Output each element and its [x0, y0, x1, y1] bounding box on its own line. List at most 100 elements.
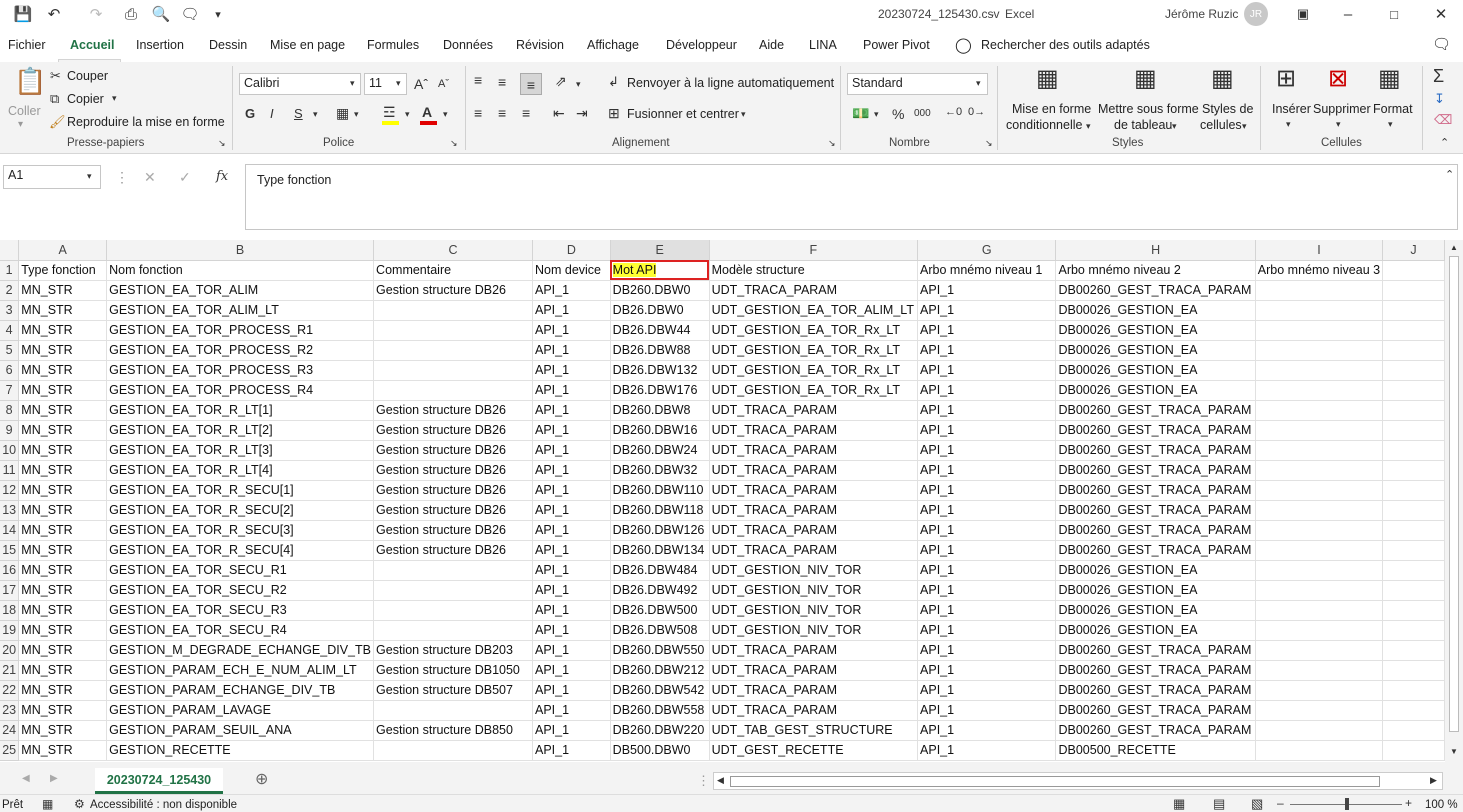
cell[interactable] — [373, 580, 533, 601]
cell[interactable] — [1255, 440, 1384, 461]
enter-icon[interactable]: ✓ — [179, 170, 191, 184]
cell[interactable]: DB260.DBW220 — [610, 720, 710, 741]
cell[interactable]: API_1 — [917, 560, 1057, 581]
cell[interactable]: DB00500_RECETTE — [1055, 740, 1256, 761]
cell[interactable]: DB260.DBW126 — [610, 520, 710, 541]
cell[interactable]: UDT_TRACA_PARAM — [709, 280, 919, 301]
cell[interactable]: Commentaire — [373, 260, 533, 281]
cell[interactable]: UDT_GESTION_NIV_TOR — [709, 580, 919, 601]
cell[interactable]: API_1 — [532, 700, 611, 721]
cell[interactable] — [1255, 720, 1384, 741]
cell[interactable] — [1255, 380, 1384, 401]
cell[interactable] — [373, 340, 533, 361]
vertical-scroll-thumb[interactable] — [1449, 256, 1459, 732]
row-header[interactable]: 22 — [0, 680, 20, 701]
row-header[interactable]: 16 — [0, 560, 20, 581]
cell[interactable] — [1382, 660, 1445, 681]
delete-dropdown-icon[interactable]: ▾ — [1336, 120, 1341, 129]
row-header[interactable]: 20 — [0, 640, 20, 661]
cell[interactable]: GESTION_EA_TOR_PROCESS_R1 — [106, 320, 375, 341]
cell[interactable]: Nom device — [532, 260, 611, 281]
row-header[interactable]: 25 — [0, 740, 20, 761]
minimize-icon[interactable]: – — [1338, 4, 1358, 24]
cell[interactable]: API_1 — [532, 320, 611, 341]
increase-font-icon[interactable]: Aˆ — [414, 77, 428, 91]
cell[interactable]: API_1 — [532, 280, 611, 301]
cell[interactable]: DB00260_GEST_TRACA_PARAM — [1055, 420, 1256, 441]
row-header[interactable]: 15 — [0, 540, 20, 561]
cancel-icon[interactable]: ✕ — [144, 170, 156, 184]
cell[interactable] — [1382, 700, 1445, 721]
alignment-launcher-icon[interactable]: ↘ — [828, 139, 836, 148]
cell[interactable]: GESTION_PARAM_LAVAGE — [106, 700, 375, 721]
align-right-icon[interactable]: ≡ — [522, 106, 530, 120]
cell[interactable]: UDT_GESTION_NIV_TOR — [709, 600, 919, 621]
vertical-scrollbar[interactable]: ▲ ▼ — [1445, 240, 1463, 762]
thousands-button[interactable]: 000 — [914, 109, 931, 119]
cell[interactable]: API_1 — [917, 660, 1057, 681]
cell[interactable] — [1255, 320, 1384, 341]
cell[interactable]: API_1 — [917, 720, 1057, 741]
undo-icon[interactable]: ↶ — [44, 4, 64, 24]
insert-dropdown-icon[interactable]: ▾ — [1286, 120, 1291, 129]
cell[interactable] — [1382, 400, 1445, 421]
cell[interactable] — [1382, 300, 1445, 321]
cell[interactable]: Gestion structure DB507 — [373, 680, 533, 701]
number-format-dropdown-icon[interactable]: ▾ — [976, 79, 981, 88]
cell[interactable] — [1382, 740, 1445, 761]
cell[interactable]: Gestion structure DB26 — [373, 280, 533, 301]
cell[interactable] — [1382, 360, 1445, 381]
cell[interactable]: GESTION_EA_TOR_PROCESS_R2 — [106, 340, 375, 361]
cell[interactable]: API_1 — [532, 560, 611, 581]
cell[interactable]: DB26.DBW484 — [610, 560, 710, 581]
cell[interactable]: API_1 — [532, 720, 611, 741]
borders-dropdown-icon[interactable]: ▾ — [354, 110, 359, 119]
format-as-table-button[interactable]: Mettre sous forme — [1098, 102, 1199, 116]
cell-mot-api-highlighted[interactable]: Mot API — [610, 260, 710, 281]
cell[interactable]: MN_STR — [18, 480, 108, 501]
cell[interactable]: DB260.DBW24 — [610, 440, 710, 461]
cell[interactable] — [1382, 620, 1445, 641]
row-header[interactable]: 10 — [0, 440, 20, 461]
cell[interactable] — [1382, 280, 1445, 301]
delete-cells-icon[interactable]: ⊠ — [1328, 67, 1348, 91]
cell[interactable] — [1382, 560, 1445, 581]
format-dropdown-icon[interactable]: ▾ — [1388, 120, 1393, 129]
autosum-icon[interactable]: Σ — [1433, 67, 1444, 85]
cell[interactable]: API_1 — [917, 540, 1057, 561]
underline-dropdown-icon[interactable]: ▾ — [313, 110, 318, 119]
cell[interactable]: UDT_GESTION_NIV_TOR — [709, 560, 919, 581]
format-painter-button[interactable]: Reproduire la mise en forme — [67, 115, 225, 129]
paste-label[interactable]: Coller — [8, 104, 41, 118]
cell[interactable]: UDT_GESTION_EA_TOR_Rx_LT — [709, 320, 919, 341]
cell[interactable]: UDT_GESTION_EA_TOR_ALIM_LT — [709, 300, 919, 321]
row-header[interactable]: 12 — [0, 480, 20, 501]
cell[interactable] — [1255, 340, 1384, 361]
cell[interactable]: MN_STR — [18, 560, 108, 581]
cell[interactable]: DB00026_GESTION_EA — [1055, 600, 1256, 621]
cell[interactable]: GESTION_EA_TOR_ALIM — [106, 280, 375, 301]
cell[interactable]: MN_STR — [18, 700, 108, 721]
cell[interactable] — [1255, 520, 1384, 541]
cell[interactable]: GESTION_EA_TOR_R_SECU[3] — [106, 520, 375, 541]
cell[interactable]: API_1 — [532, 460, 611, 481]
accessibility-icon[interactable]: ⚙ — [74, 798, 85, 810]
cell[interactable] — [1382, 480, 1445, 501]
sheet-tab[interactable]: 20230724_125430 — [95, 768, 223, 794]
cell[interactable]: Arbo mnémo niveau 2 — [1055, 260, 1256, 281]
add-sheet-icon[interactable]: ⊕ — [255, 772, 268, 788]
cell[interactable]: Gestion structure DB26 — [373, 460, 533, 481]
cell[interactable]: DB00026_GESTION_EA — [1055, 300, 1256, 321]
horizontal-scrollbar[interactable]: ◀ ▶ — [713, 772, 1443, 790]
tab-insertion[interactable]: Insertion — [136, 38, 184, 52]
fill-dropdown-icon[interactable]: ▾ — [405, 110, 410, 119]
cell[interactable]: Gestion structure DB1050 — [373, 660, 533, 681]
cell[interactable]: API_1 — [532, 420, 611, 441]
row-header[interactable]: 21 — [0, 660, 20, 681]
cell[interactable]: MN_STR — [18, 660, 108, 681]
cell[interactable]: API_1 — [532, 400, 611, 421]
cell[interactable]: GESTION_EA_TOR_SECU_R1 — [106, 560, 375, 581]
cell[interactable]: API_1 — [917, 460, 1057, 481]
cell[interactable]: MN_STR — [18, 520, 108, 541]
borders-icon[interactable]: ▦ — [336, 106, 349, 120]
